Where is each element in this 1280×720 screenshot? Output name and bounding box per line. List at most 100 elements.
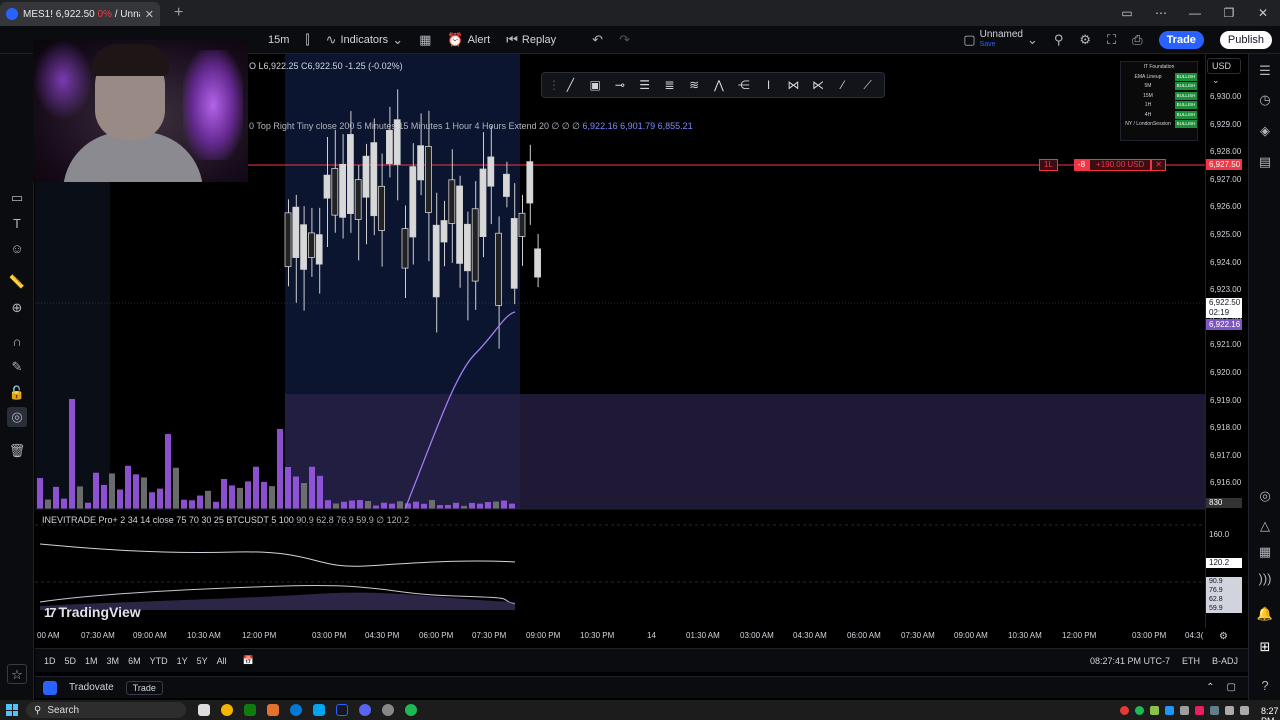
tray-app-icon[interactable] [1180,705,1189,715]
file-explorer-icon[interactable] [198,704,210,716]
tradingview-app-icon[interactable] [336,704,348,716]
calendar-icon[interactable]: ▦ [1255,542,1275,562]
help-icon[interactable]: ? [1255,676,1275,696]
alerts-clock-icon[interactable]: ◷ [1255,90,1275,110]
range-button-5y[interactable]: 5Y [197,656,208,666]
adjustment-toggle[interactable]: B-ADJ [1212,656,1238,666]
indicator-legend[interactable]: 0 Top Right Tiny close 200 5 Minutes 15 … [249,121,693,132]
path-icon[interactable]: ⟋ [857,78,878,93]
settings-app-icon[interactable] [382,704,394,716]
broker-name[interactable]: Tradovate [69,682,114,693]
publish-button[interactable]: Publish [1219,30,1272,49]
close-tab-icon[interactable]: ✕ [145,8,154,21]
cast-icon[interactable]: ▭ [1110,6,1144,20]
layouts-button[interactable]: ▦ [411,26,439,54]
time-axis-settings-icon[interactable]: ⚙ [1219,631,1228,642]
target-icon[interactable]: ◎ [1255,486,1275,506]
pitchfork-icon[interactable]: ⋲ [733,78,754,92]
box-icon[interactable]: ▣ [585,78,606,92]
chat-icon[interactable]: ▤ [1255,152,1275,172]
tray-spotify-icon[interactable] [1135,705,1144,715]
tray-app-icon[interactable] [1210,705,1219,715]
ideas-icon[interactable]: △ [1255,516,1275,536]
xabcd-icon[interactable]: ⋉ [808,78,829,92]
chrome-icon[interactable] [221,704,233,716]
range-button-3m[interactable]: 3M [107,656,120,666]
trend-line-icon[interactable]: ╱ [560,78,581,92]
windows-start-icon[interactable] [6,704,18,716]
volume-icon[interactable] [1240,705,1249,715]
text-cursor-icon[interactable]: I [758,78,779,92]
range-button-ytd[interactable]: YTD [150,656,168,666]
tray-app-icon[interactable] [1195,705,1204,715]
position-label[interactable]: 1L -8 +190.00 USD ✕ [1039,159,1166,171]
range-button-1m[interactable]: 1M [85,656,98,666]
network-icon[interactable] [1225,705,1234,715]
undo-button[interactable]: ↶ [584,26,611,54]
zoom-in-icon[interactable]: ⊕ [7,298,27,318]
range-button-6m[interactable]: 6M [128,656,141,666]
time-axis[interactable]: 00 AM 07:30 AM 09:00 AM 10:30 AM 12:00 PM 03:… [35,628,1248,646]
settings-button[interactable]: ⚙ [1071,26,1099,54]
range-button-all[interactable]: All [217,656,227,666]
tray-app-icon[interactable] [1150,705,1159,715]
browser-tab[interactable]: MES1! 6,922.50 0% / Unna... ✕ [0,2,160,26]
new-tab-button[interactable]: + [174,4,183,22]
edge-icon[interactable] [290,704,302,716]
taskbar-search[interactable]: ⚲ Search [26,702,186,718]
range-button-1d[interactable]: 1D [44,656,56,666]
indicators-button[interactable]: ∿ Indicators ⌄ [318,26,412,54]
extension-icon[interactable]: ⋯ [1144,6,1178,20]
price-scale[interactable]: 6,930.00 6,929.00 6,928.00 6,927.00 6,926.00… [1205,54,1248,628]
fib-icon[interactable]: ≋ [684,78,705,92]
chart-type-button[interactable]: ⫿ [297,26,317,54]
horizontal-ray-icon[interactable]: ⊸ [610,78,631,92]
tray-app-icon[interactable] [1120,705,1129,715]
watchlist-icon[interactable]: ☰ [1255,61,1275,81]
magnet-icon[interactable]: ∩ [7,332,27,352]
currency-select[interactable]: USD ⌄ [1207,58,1241,85]
goto-date-icon[interactable]: 📅 [243,655,254,666]
quick-search-button[interactable]: ⚲ [1046,26,1072,54]
regression-icon[interactable]: ≣ [659,78,680,92]
text-tool-icon[interactable]: T [7,214,27,234]
spotify-icon[interactable] [405,704,417,716]
collapse-panel-icon[interactable]: ⌃ [1206,682,1214,693]
drag-handle-icon[interactable]: ⋮ [548,78,560,92]
pattern-icon[interactable]: ⋀ [709,78,730,92]
apps-grid-icon[interactable]: ⊞ [1255,637,1275,657]
close-position-icon[interactable]: ✕ [1151,159,1166,171]
broadcast-icon[interactable]: ))) [1255,569,1275,589]
replay-button[interactable]: ⏮ Replay [498,26,564,54]
taskbar-clock[interactable]: 8:27 PM [1261,706,1279,720]
elliott-wave-icon[interactable]: ⋈ [783,78,804,92]
close-window-icon[interactable]: ✕ [1246,6,1280,20]
snapshot-button[interactable]: ⎙ [1124,26,1150,54]
minimize-icon[interactable]: — [1178,6,1212,20]
ruler-icon[interactable]: 📏 [7,272,27,292]
rectangle-tool-icon[interactable]: ▭ [7,188,27,208]
range-button-5d[interactable]: 5D [65,656,77,666]
range-button-1y[interactable]: 1Y [177,656,188,666]
xbox-icon[interactable] [244,704,256,716]
layout-name-button[interactable]: ▢ Unnamed Save ⌄ [955,26,1046,54]
lock-icon[interactable]: 🔓 [7,383,27,403]
layers-icon[interactable]: ◈ [1255,121,1275,141]
interval-button[interactable]: 15m [260,26,297,54]
parallel-channel-icon[interactable]: ☰ [634,78,655,92]
hide-drawings-icon[interactable]: ◎ [7,407,27,427]
maximize-icon[interactable]: ❐ [1212,6,1246,20]
maximize-panel-icon[interactable]: ▢ [1227,682,1236,693]
discord-icon[interactable] [359,704,371,716]
pencil-lock-icon[interactable]: ✎ [7,357,27,377]
emoji-tool-icon[interactable]: ☺ [7,239,27,259]
utc-clock[interactable]: 08:27:41 PM UTC-7 [1090,656,1170,666]
tray-app-icon[interactable] [1165,705,1174,715]
notifications-icon[interactable]: 🔔 [1255,604,1275,624]
alert-button[interactable]: ⏰ Alert [439,26,498,54]
fullscreen-button[interactable]: ⛶ [1099,26,1124,54]
favorites-star-icon[interactable]: ☆ [7,664,27,684]
store-icon[interactable] [313,704,325,716]
redo-button[interactable]: ↷ [611,26,638,54]
oscillator-legend[interactable]: INEVITRADE Pro+ 2 34 14 close 75 70 30 2… [42,515,409,526]
